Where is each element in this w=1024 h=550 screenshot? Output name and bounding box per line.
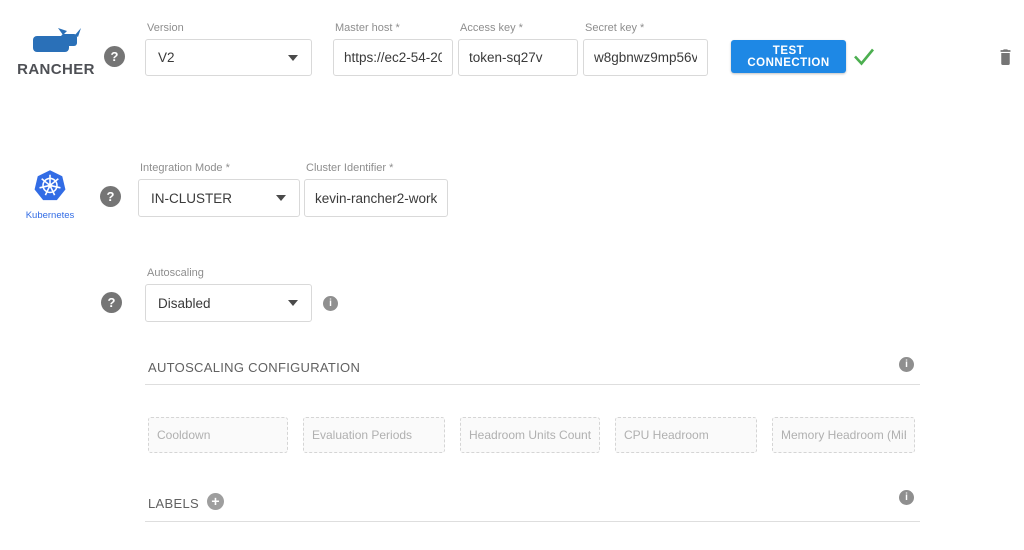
kubernetes-logo-text: Kubernetes [14,210,86,221]
integration-mode-label: Integration Mode * [140,162,230,174]
section-divider [145,384,920,385]
version-select[interactable]: V2 [145,39,312,76]
autoscaling-configuration-title: AUTOSCALING CONFIGURATION [148,360,360,375]
autoscaling-configuration-info-icon[interactable]: i [899,357,914,372]
access-key-label: Access key * [460,22,523,34]
cpu-headroom-input[interactable] [615,417,757,453]
chevron-down-icon [276,195,286,201]
integration-mode-select[interactable]: IN-CLUSTER [138,179,300,217]
autoscaling-select[interactable]: Disabled [145,284,312,322]
test-connection-button[interactable]: TEST CONNECTION [731,40,846,73]
delete-icon[interactable] [997,46,1014,72]
labels-title: LABELS [148,496,199,511]
secret-key-label: Secret key * [585,22,644,34]
access-key-input[interactable] [458,39,578,76]
chevron-down-icon [288,300,298,306]
evaluation-periods-input[interactable] [303,417,445,453]
autoscaling-help-icon[interactable]: ? [101,292,122,313]
integration-settings-page: RANCHER ? Version V2 Master host * Acces… [0,0,1024,550]
master-host-input[interactable] [333,39,453,76]
master-host-label: Master host * [335,22,400,34]
cluster-identifier-label: Cluster Identifier * [306,162,393,174]
chevron-down-icon [288,55,298,61]
labels-info-icon[interactable]: i [899,490,914,505]
autoscaling-label: Autoscaling [147,267,204,279]
rancher-logo-text: RANCHER [8,61,104,78]
memory-headroom-input[interactable] [772,417,915,453]
kubernetes-icon [32,190,68,207]
kubernetes-logo: Kubernetes [14,169,86,221]
autoscaling-info-icon[interactable]: i [323,296,338,311]
headroom-units-count-input[interactable] [460,417,600,453]
rancher-bull-icon [30,42,82,59]
cluster-identifier-input[interactable] [304,179,448,217]
connection-success-icon [852,46,876,72]
kubernetes-help-icon[interactable]: ? [100,186,121,207]
autoscaling-value: Disabled [158,296,211,311]
add-label-icon[interactable]: + [207,493,224,510]
rancher-help-icon[interactable]: ? [104,46,125,67]
integration-mode-value: IN-CLUSTER [151,191,232,206]
version-value: V2 [158,50,175,65]
cooldown-input[interactable] [148,417,288,453]
section-divider [145,521,920,522]
version-label: Version [147,22,184,34]
secret-key-input[interactable] [583,39,708,76]
rancher-logo: RANCHER [8,27,104,78]
